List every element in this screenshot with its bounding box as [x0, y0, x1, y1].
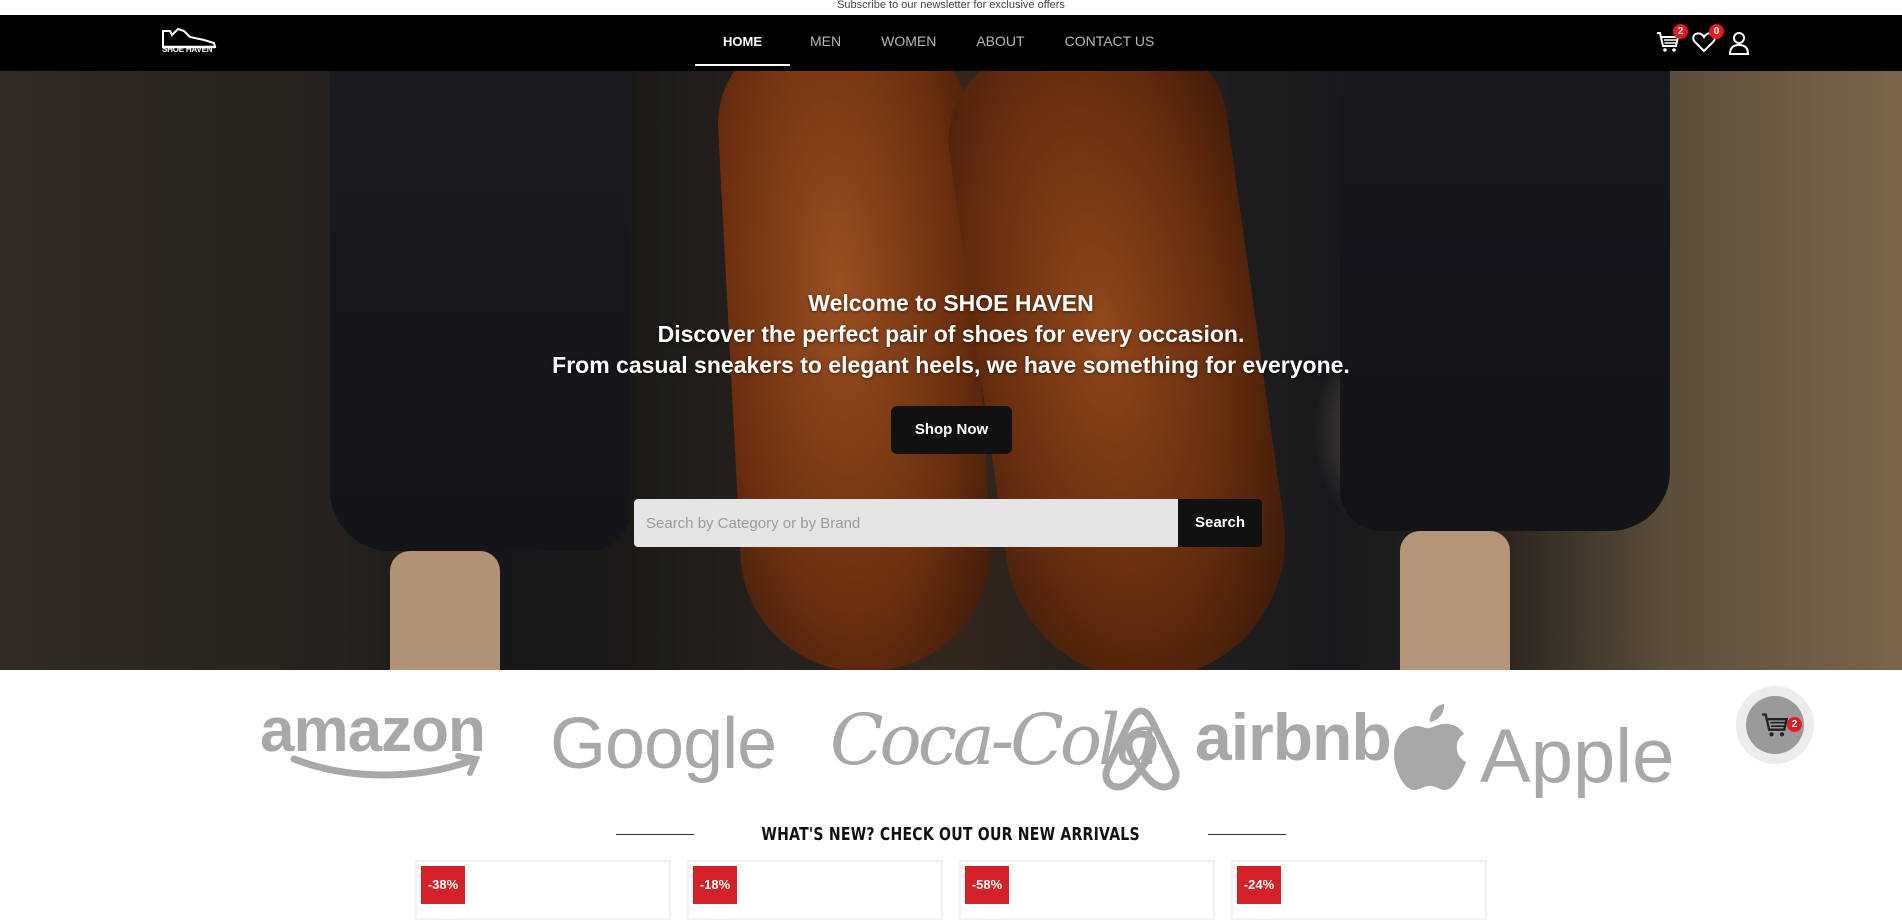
shop-now-button[interactable]: Shop Now — [891, 406, 1012, 454]
hero-search: Search — [634, 499, 1262, 547]
airbnb-icon — [1102, 707, 1180, 791]
account-button[interactable] — [1728, 27, 1752, 57]
heading-divider — [1207, 834, 1286, 835]
heading-divider — [616, 834, 695, 835]
nav-home[interactable]: HOME — [695, 15, 790, 71]
newsletter-text: Subscribe to our newsletter for exclusiv… — [837, 0, 1065, 11]
product-card[interactable]: -38% — [415, 860, 671, 920]
main-navbar: SHOE HAVEN HOME MEN WOMEN ABOUT CONTACT … — [0, 15, 1902, 71]
nav-icon-group: 2 0 — [1656, 24, 1752, 57]
hero-line-welcome: Welcome to SHOE HAVEN — [808, 290, 1094, 316]
new-arrivals-heading: WHAT'S NEW? CHECK OUT OUR NEW ARRIVALS — [0, 824, 1902, 845]
apple-logo: Apple — [1480, 714, 1675, 799]
search-input[interactable] — [634, 499, 1178, 547]
brand-logos: amazon Google Coca-Cola airbnb Apple — [250, 695, 1680, 805]
wishlist-count-badge: 0 — [1709, 24, 1724, 39]
cart-icon — [1762, 713, 1789, 737]
airbnb-logo: airbnb — [1195, 700, 1392, 774]
google-logo: Google — [550, 704, 777, 784]
amazon-smile-icon — [290, 753, 481, 779]
shoe-haven-logo[interactable]: SHOE HAVEN — [160, 25, 220, 59]
nav-men[interactable]: MEN — [790, 15, 861, 71]
cart-button[interactable]: 2 — [1656, 24, 1688, 57]
product-card[interactable]: -58% — [959, 860, 1215, 920]
newsletter-bar: Subscribe to our newsletter for exclusiv… — [0, 0, 1902, 15]
hero-banner: Welcome to SHOE HAVEN Discover the perfe… — [0, 71, 1902, 670]
nav-contact-us[interactable]: CONTACT US — [1045, 15, 1175, 71]
wishlist-button[interactable]: 0 — [1692, 24, 1724, 57]
discount-badge: -24% — [1237, 866, 1281, 904]
floating-cart-button[interactable]: 2 — [1736, 686, 1814, 764]
hero-line-casual: From casual sneakers to elegant heels, w… — [552, 352, 1350, 378]
hero-heading: Welcome to SHOE HAVEN Discover the perfe… — [0, 288, 1902, 381]
hero-line-discover: Discover the perfect pair of shoes for e… — [657, 321, 1245, 347]
user-icon — [1728, 32, 1750, 55]
product-card[interactable]: -18% — [687, 860, 943, 920]
search-button[interactable]: Search — [1178, 499, 1262, 547]
nav-menu: HOME MEN WOMEN ABOUT CONTACT US — [695, 15, 1174, 71]
new-arrivals-grid: -38% -18% -58% -24% — [415, 860, 1487, 920]
nav-women[interactable]: WOMEN — [861, 15, 956, 71]
new-arrivals-title: WHAT'S NEW? CHECK OUT OUR NEW ARRIVALS — [761, 824, 1141, 845]
apple-icon — [1394, 704, 1466, 790]
logo-text: SHOE HAVEN — [162, 45, 213, 54]
discount-badge: -58% — [965, 866, 1009, 904]
discount-badge: -38% — [421, 866, 465, 904]
discount-badge: -18% — [693, 866, 737, 904]
nav-about[interactable]: ABOUT — [956, 15, 1044, 71]
product-card[interactable]: -24% — [1231, 860, 1487, 920]
cart-count-badge: 2 — [1673, 24, 1688, 39]
floating-cart-circle: 2 — [1746, 696, 1804, 754]
floating-cart-count-badge: 2 — [1787, 717, 1802, 732]
